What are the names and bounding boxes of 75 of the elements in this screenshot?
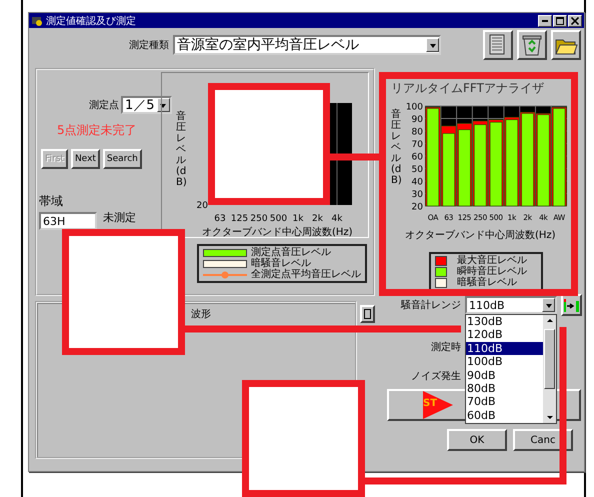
meter-button[interactable]: [561, 294, 582, 316]
tick-label: 125: [230, 214, 248, 224]
dropdown-arrow-icon: [428, 42, 436, 48]
close-button[interactable]: [568, 14, 582, 26]
tick-label: 500: [270, 214, 288, 224]
dropdown-option[interactable]: 120dB: [466, 328, 543, 342]
scroll-down-icon: [546, 414, 554, 421]
dropdown-arrow-icon: [544, 302, 552, 308]
panel-button[interactable]: [360, 305, 375, 323]
page-icon: [363, 308, 372, 320]
tick-label: 20: [412, 202, 423, 212]
tick-label: 250: [250, 214, 268, 224]
legend-label: 暗騒音レベル: [251, 258, 311, 269]
scroll-thumb[interactable]: [544, 329, 555, 389]
measurement-point-dropdown[interactable]: 1／5: [121, 96, 172, 114]
axis-label: オクターブバンド中心周波数(Hz): [405, 228, 557, 242]
chart-title: リアルタイムFFTアナライザ: [391, 80, 545, 97]
dropdown-option[interactable]: 90dB: [466, 368, 543, 382]
legend-label: 全測定点平均音圧レベル: [251, 269, 361, 280]
minimize-icon: [542, 20, 548, 22]
band-note: 未測定: [103, 210, 136, 225]
level-meter-icon: [563, 298, 580, 312]
tick-label: 60: [412, 152, 423, 162]
dropdown-option[interactable]: 70dB: [466, 395, 543, 409]
minimize-button[interactable]: [538, 14, 552, 26]
nav-button[interactable]: Next: [70, 149, 100, 169]
scrollbar[interactable]: [543, 315, 556, 423]
window-title: 測定値確認及び測定: [46, 14, 137, 28]
dropdown-option[interactable]: 110dB: [466, 342, 543, 356]
measurement-type-dropdown[interactable]: 音源室の室内平均音圧レベル: [173, 35, 441, 55]
app-icon: [31, 15, 43, 26]
field-label: 測定時: [431, 340, 461, 354]
document-button[interactable]: [483, 30, 513, 60]
maximize-icon: [556, 16, 564, 24]
legend-label: 瞬時音圧レベル: [457, 266, 527, 277]
dropdown-option[interactable]: 100dB: [466, 355, 543, 369]
field-label: 騒音計レンジ: [401, 298, 461, 312]
panel-label: 波形: [191, 308, 211, 321]
leader-line: [330, 154, 379, 160]
tick-label: 1k: [292, 214, 304, 224]
maximize-button[interactable]: [553, 14, 567, 26]
axis-label: オクターブバンド中心周波数(Hz): [202, 226, 354, 239]
tick-label: 2k: [312, 214, 323, 224]
scroll-up-icon: [546, 317, 554, 324]
field-label: 測定種類: [129, 38, 169, 52]
range-dropdown[interactable]: 110dB: [465, 296, 557, 314]
dropdown-option[interactable]: 60dB: [466, 408, 543, 422]
tick-label: 40: [412, 178, 423, 188]
dialog-button[interactable]: OK: [447, 429, 507, 451]
folder-button[interactable]: [551, 30, 581, 60]
legend-label: 最大音圧レベル: [457, 255, 527, 266]
dropdown-arrow-icon: [159, 102, 168, 108]
tick-label: 63: [214, 214, 226, 224]
tick-label: 100: [406, 102, 423, 112]
legend-label: 測定点音圧レベル: [251, 247, 331, 258]
recycle-bin-button[interactable]: [517, 30, 547, 60]
axis-label: 音圧レベル(dB): [176, 111, 186, 188]
tick-label: 20: [196, 201, 208, 211]
band-dropdown[interactable]: 63H: [39, 212, 97, 230]
field-label: 測定点: [89, 98, 119, 112]
field-label: 帯域: [39, 193, 64, 210]
status-message: 5点測定未完了: [56, 122, 138, 139]
close-icon: [571, 16, 579, 24]
play-triangle-icon: [423, 391, 453, 419]
tick-label: 70: [412, 140, 423, 150]
nav-button[interactable]: Search: [102, 149, 142, 169]
tick-label: 90: [412, 115, 423, 125]
tick-label: 30: [412, 190, 423, 200]
tick-label: 4k: [332, 214, 342, 224]
field-label: ノイズ発生: [411, 370, 461, 383]
dropdown-option[interactable]: 130dB: [466, 315, 543, 328]
legend-label: 暗騒音レベル: [457, 277, 517, 288]
tick-label: 80: [412, 128, 423, 138]
tick-label: 50: [412, 165, 423, 175]
axis-label: 音圧レベル(dB): [391, 109, 401, 186]
